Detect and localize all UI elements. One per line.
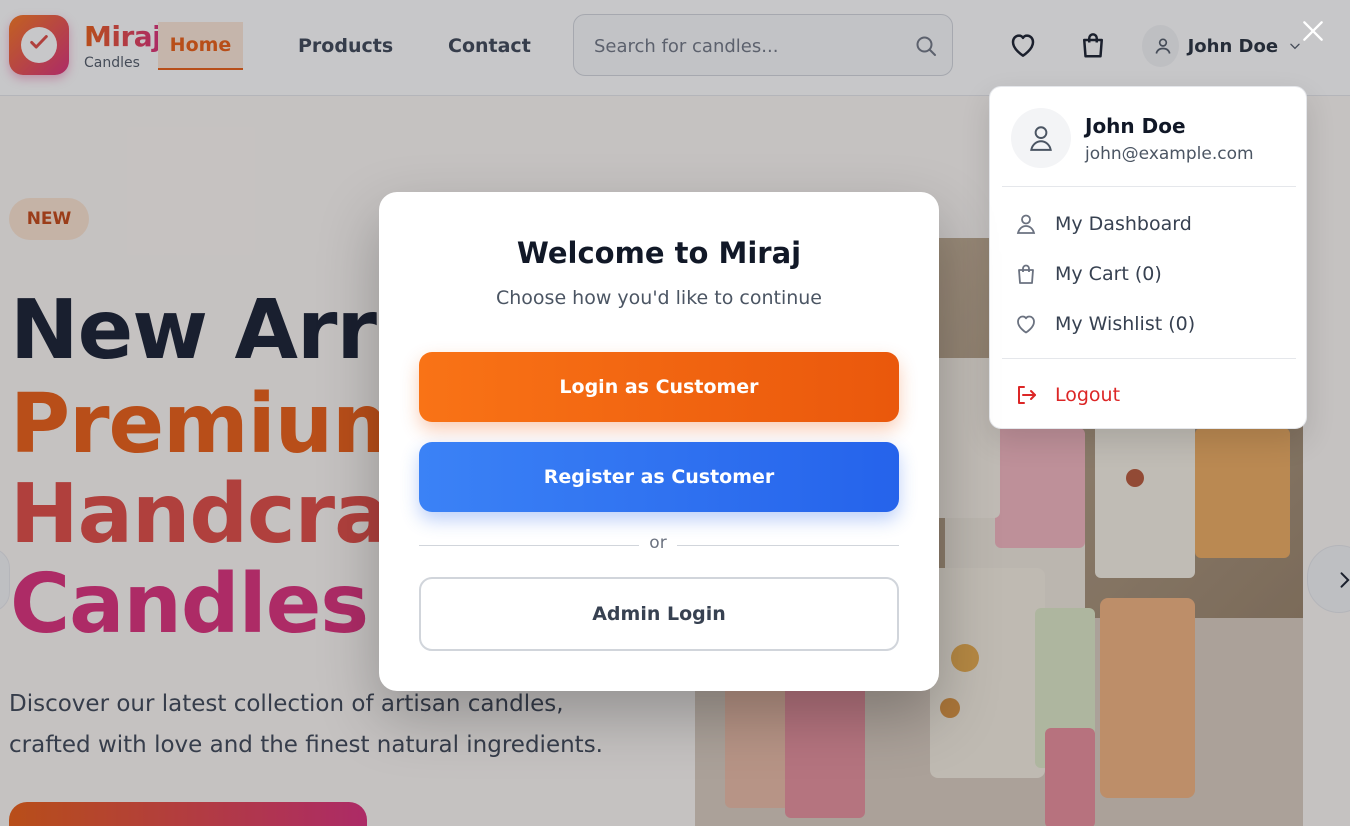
menu-item-dashboard[interactable]: My Dashboard — [1014, 209, 1192, 239]
heart-icon — [1017, 315, 1035, 334]
menu-item-wishlist[interactable]: My Wishlist (0) — [1014, 309, 1195, 339]
user-icon — [1016, 214, 1036, 234]
or-label: or — [649, 533, 667, 553]
menu-item-label: My Dashboard — [1055, 213, 1192, 235]
modal-title: Welcome to Miraj — [516, 236, 802, 270]
user-icon — [1030, 126, 1052, 151]
close-icon[interactable] — [1300, 18, 1326, 44]
welcome-modal: Welcome to Miraj Choose how you'd like t… — [379, 192, 939, 691]
logout-icon — [1018, 386, 1036, 404]
menu-item-cart[interactable]: My Cart (0) — [1014, 259, 1162, 289]
user-dropdown-menu: John Doe john@example.com My Dashboard M… — [989, 86, 1307, 429]
bag-icon — [1018, 264, 1034, 284]
dropdown-user-name: John Doe — [1085, 114, 1186, 138]
dropdown-user-email: john@example.com — [1085, 144, 1254, 164]
register-customer-button[interactable]: Register as Customer — [419, 442, 899, 512]
admin-login-button[interactable]: Admin Login — [419, 577, 899, 651]
or-divider: or — [419, 533, 899, 559]
menu-item-label: Logout — [1055, 384, 1121, 406]
modal-subtitle: Choose how you'd like to continue — [495, 287, 822, 309]
login-customer-button[interactable]: Login as Customer — [419, 352, 899, 422]
menu-item-logout[interactable]: Logout — [1014, 380, 1120, 410]
menu-item-label: My Wishlist (0) — [1055, 313, 1196, 335]
dropdown-avatar — [1011, 108, 1071, 168]
divider — [1002, 358, 1296, 359]
divider — [1002, 186, 1296, 187]
menu-item-label: My Cart (0) — [1055, 263, 1162, 285]
